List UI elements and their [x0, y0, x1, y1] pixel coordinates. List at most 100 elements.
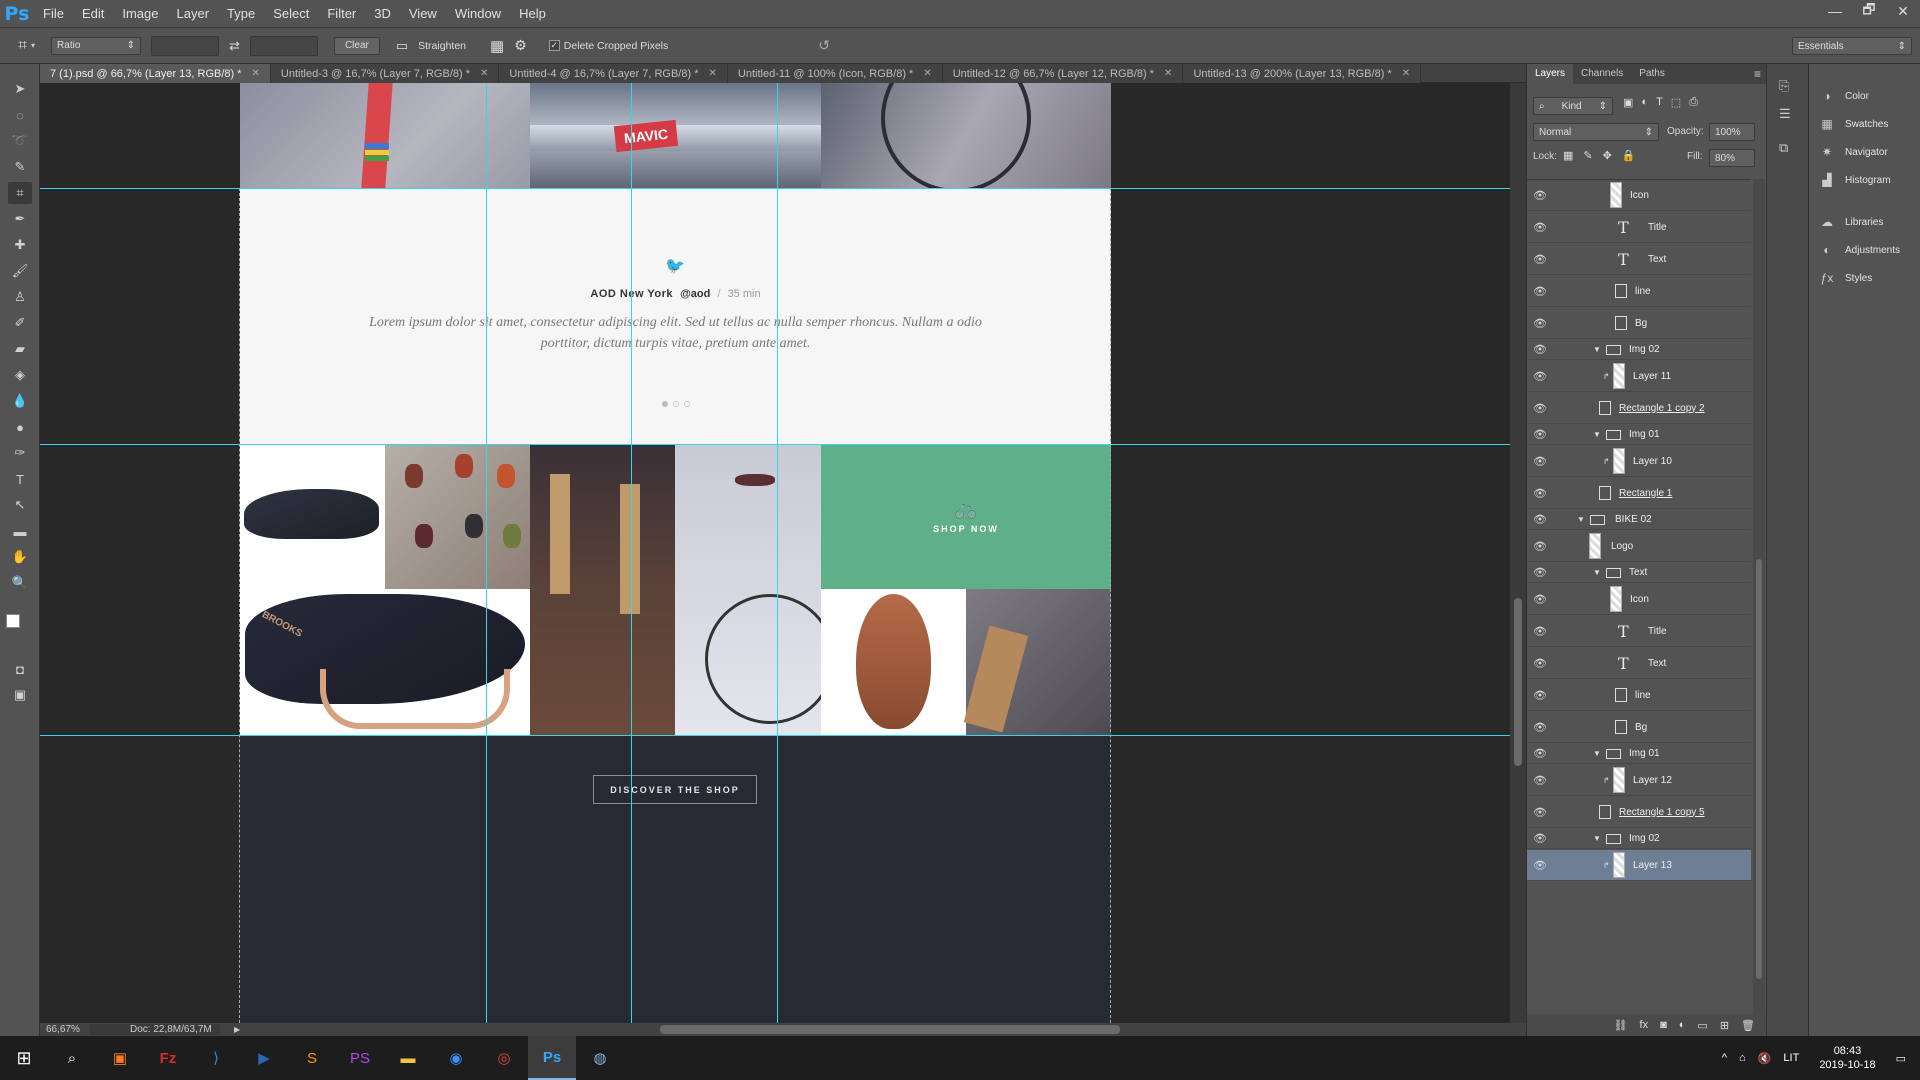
expand-arrow-icon[interactable]: ▼: [1593, 345, 1601, 354]
eye-icon[interactable]: 👁: [1533, 593, 1547, 606]
shop-now-tile[interactable]: 🚲 SHOP NOW: [821, 444, 1111, 589]
path-select-icon[interactable]: ↖: [8, 494, 32, 516]
close-icon[interactable]: ✕: [1164, 68, 1172, 79]
eye-icon[interactable]: 👁: [1533, 285, 1547, 298]
menu-layer[interactable]: Layer: [168, 0, 219, 28]
minimize-button[interactable]: —: [1818, 0, 1852, 22]
layer-row[interactable]: 👁 T Text: [1527, 244, 1751, 275]
eye-icon[interactable]: 👁: [1533, 487, 1547, 500]
layer-row[interactable]: 👁 ↱ Layer 12: [1527, 765, 1751, 796]
properties-icon[interactable]: ☰: [1779, 106, 1791, 122]
eye-icon[interactable]: 👁: [1533, 455, 1547, 468]
expand-arrow-icon[interactable]: ▼: [1593, 834, 1601, 843]
fill-field[interactable]: 80%: [1709, 149, 1755, 167]
eye-icon[interactable]: 👁: [1533, 566, 1547, 579]
smart-filter-icon[interactable]: ⎙: [1689, 96, 1698, 109]
layer-row-selected[interactable]: 👁 ↱ Layer 13: [1527, 850, 1751, 881]
mask-icon[interactable]: ◙: [1660, 1019, 1667, 1031]
eraser-tool-icon[interactable]: ▰: [8, 338, 32, 360]
workspace-select[interactable]: Essentials ⇕: [1792, 37, 1912, 55]
new-layer-icon[interactable]: ⊞: [1720, 1019, 1729, 1032]
menu-3d[interactable]: 3D: [365, 0, 400, 28]
menu-filter[interactable]: Filter: [318, 0, 365, 28]
firefox-icon[interactable]: ◉: [432, 1036, 480, 1080]
link-icon[interactable]: ⛓: [1614, 1019, 1628, 1032]
eye-icon[interactable]: 👁: [1533, 806, 1547, 819]
grid-overlay-icon[interactable]: ▦: [490, 37, 504, 55]
xampp-icon[interactable]: ▣: [96, 1036, 144, 1080]
panel-histogram[interactable]: ▟ Histogram: [1819, 172, 1890, 188]
panel-adjustments[interactable]: ◐ Adjustments: [1819, 242, 1900, 258]
play-icon[interactable]: ▶: [234, 1025, 240, 1034]
vertical-scrollbar[interactable]: [1510, 83, 1526, 1023]
swap-icon[interactable]: ⇄: [229, 38, 240, 54]
eye-icon[interactable]: 👁: [1533, 859, 1547, 872]
restore-button[interactable]: 🗗: [1852, 0, 1886, 22]
eye-icon[interactable]: 👁: [1533, 343, 1547, 356]
layer-row[interactable]: 👁 Bg: [1527, 308, 1751, 339]
menu-window[interactable]: Window: [446, 0, 510, 28]
eye-icon[interactable]: 👁: [1533, 832, 1547, 845]
eye-icon[interactable]: 👁: [1533, 774, 1547, 787]
brush-tool-icon[interactable]: 🖌: [8, 260, 32, 282]
lock-brush-icon[interactable]: ✎: [1583, 149, 1592, 162]
foreground-color-swatch[interactable]: [6, 614, 20, 628]
marquee-tool-icon[interactable]: ◌: [8, 104, 32, 126]
horizontal-scroll-thumb[interactable]: [660, 1025, 1120, 1034]
sublime-icon[interactable]: S: [288, 1036, 336, 1080]
delete-cropped-checkbox[interactable]: ✓ Delete Cropped Pixels: [548, 40, 668, 52]
healing-tool-icon[interactable]: ✚: [8, 234, 32, 256]
blend-mode-select[interactable]: Normal ⇕: [1533, 123, 1659, 141]
lock-transparent-icon[interactable]: ▦: [1563, 149, 1573, 162]
dot[interactable]: [673, 401, 679, 407]
trash-icon[interactable]: 🗑: [1741, 1019, 1755, 1032]
layer-row[interactable]: 👁 line: [1527, 680, 1751, 711]
quick-select-tool-icon[interactable]: ✎: [8, 156, 32, 178]
eyedropper-tool-icon[interactable]: ✒: [8, 208, 32, 230]
close-icon[interactable]: ✕: [1402, 68, 1410, 79]
tab-layers[interactable]: Layers: [1527, 64, 1574, 84]
close-icon[interactable]: ✕: [480, 68, 488, 79]
close-icon[interactable]: ✕: [252, 68, 260, 79]
layer-row[interactable]: 👁 T Text: [1527, 648, 1751, 679]
layer-row[interactable]: 👁 ↱ Layer 10: [1527, 446, 1751, 477]
clock[interactable]: 08:43 2019-10-18: [1819, 1044, 1875, 1072]
eye-icon[interactable]: 👁: [1533, 689, 1547, 702]
layer-row[interactable]: 👁 Bg: [1527, 712, 1751, 743]
menu-image[interactable]: Image: [113, 0, 167, 28]
dot[interactable]: [684, 401, 690, 407]
layer-group-row[interactable]: 👁 ▼ Text: [1527, 563, 1751, 583]
layer-row[interactable]: 👁 Logo: [1527, 531, 1751, 562]
network-icon[interactable]: ⌂: [1739, 1052, 1746, 1064]
powershell-icon[interactable]: ▶: [240, 1036, 288, 1080]
paint-bucket-icon[interactable]: ◈: [8, 364, 32, 386]
doc-tab[interactable]: 7 (1).psd @ 66,7% (Layer 13, RGB/8) * ✕: [40, 64, 271, 83]
photoshop-taskbar-icon[interactable]: Ps: [528, 1036, 576, 1080]
history-icon[interactable]: ⎘: [1779, 78, 1789, 94]
new-group-icon[interactable]: ▭: [1697, 1019, 1707, 1032]
crop-tool-icon[interactable]: ⌗: [8, 182, 32, 204]
lasso-tool-icon[interactable]: ➰: [8, 130, 32, 152]
expand-arrow-icon[interactable]: ▼: [1593, 430, 1601, 439]
width-field[interactable]: [151, 35, 220, 56]
clear-button[interactable]: Clear: [333, 36, 380, 55]
adjustment-icon[interactable]: ◐: [1679, 1019, 1686, 1031]
straighten-label[interactable]: Straighten: [418, 40, 466, 52]
doc-tab[interactable]: Untitled-12 @ 66,7% (Layer 12, RGB/8) * ✕: [942, 64, 1184, 83]
zoom-level[interactable]: 66,67%: [40, 1024, 90, 1035]
reset-icon[interactable]: ↺: [818, 37, 830, 54]
close-icon[interactable]: ✕: [709, 68, 717, 79]
eye-icon[interactable]: 👁: [1533, 625, 1547, 638]
filezilla-icon[interactable]: Fz: [144, 1036, 192, 1080]
eye-icon[interactable]: 👁: [1533, 428, 1547, 441]
expand-arrow-icon[interactable]: ▼: [1593, 568, 1601, 577]
lock-move-icon[interactable]: ✥: [1603, 149, 1612, 162]
chevron-up-icon[interactable]: ^: [1722, 1052, 1727, 1064]
eye-icon[interactable]: 👁: [1533, 370, 1547, 383]
app-icon[interactable]: ◍: [576, 1036, 624, 1080]
chrome-icon[interactable]: ◎: [480, 1036, 528, 1080]
doc-tab[interactable]: Untitled-4 @ 16,7% (Layer 7, RGB/8) * ✕: [499, 64, 728, 83]
eye-icon[interactable]: 👁: [1533, 540, 1547, 553]
layer-row[interactable]: 👁 Icon: [1527, 180, 1751, 211]
layer-row[interactable]: 👁 ↱ Layer 11: [1527, 361, 1751, 392]
